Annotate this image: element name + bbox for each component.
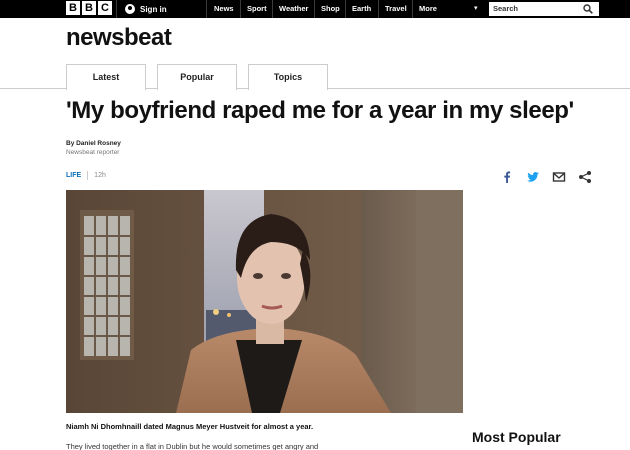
twitter-icon[interactable] bbox=[526, 170, 540, 184]
article-lead-paragraph: Niamh Ni Dhomhnaill dated Magnus Meyer H… bbox=[66, 422, 314, 431]
nav-item-shop[interactable]: Shop bbox=[321, 0, 340, 18]
nav-divider bbox=[272, 0, 273, 18]
search-placeholder: Search bbox=[493, 4, 519, 13]
bbc-logo[interactable]: B B C bbox=[66, 1, 112, 15]
bbc-global-nav: B B C Sign in News Sport Weather Shop Ea… bbox=[0, 0, 630, 18]
article-timestamp: 12h bbox=[94, 172, 106, 179]
user-icon bbox=[125, 4, 135, 14]
portrait-photo bbox=[66, 190, 463, 413]
facebook-icon[interactable] bbox=[500, 170, 514, 184]
article-hero-image bbox=[66, 190, 463, 413]
category-link[interactable]: LIFE bbox=[66, 172, 81, 179]
nav-divider bbox=[314, 0, 315, 18]
nav-item-weather[interactable]: Weather bbox=[279, 0, 308, 18]
search-input[interactable]: Search bbox=[489, 2, 599, 16]
share-icon[interactable] bbox=[578, 170, 592, 184]
nav-divider bbox=[412, 0, 413, 18]
chevron-down-icon[interactable]: ▾ bbox=[474, 0, 478, 18]
tab-latest[interactable]: Latest bbox=[66, 64, 146, 90]
section-tabs: Latest Popular Topics bbox=[0, 64, 630, 90]
author-role: Newsbeat reporter bbox=[66, 149, 120, 156]
signin-label: Sign in bbox=[140, 4, 167, 14]
tab-topics[interactable]: Topics bbox=[248, 64, 328, 90]
article-headline: 'My boyfriend raped me for a year in my … bbox=[66, 97, 574, 124]
nav-item-travel[interactable]: Travel bbox=[385, 0, 407, 18]
article-meta: LIFE 12h bbox=[66, 171, 106, 180]
email-icon[interactable] bbox=[552, 170, 566, 184]
nav-item-earth[interactable]: Earth bbox=[352, 0, 371, 18]
most-popular-heading: Most Popular bbox=[472, 429, 561, 445]
newsbeat-logo[interactable]: newsbeat bbox=[66, 24, 172, 52]
logo-letter-c: C bbox=[98, 1, 112, 15]
nav-divider bbox=[206, 0, 207, 18]
article-paragraph: They lived together in a flat in Dublin … bbox=[66, 442, 319, 450]
logo-letter-b2: B bbox=[82, 1, 96, 15]
nav-divider bbox=[116, 0, 117, 18]
tab-popular[interactable]: Popular bbox=[157, 64, 237, 90]
nav-divider bbox=[345, 0, 346, 18]
signin-link[interactable]: Sign in bbox=[125, 0, 167, 18]
search-icon[interactable] bbox=[583, 4, 593, 14]
article-byline: By Daniel Rosney bbox=[66, 140, 121, 147]
meta-divider bbox=[87, 171, 89, 180]
nav-item-news[interactable]: News bbox=[214, 0, 234, 18]
nav-item-more[interactable]: More bbox=[419, 0, 437, 18]
logo-letter-b1: B bbox=[66, 1, 80, 15]
nav-divider bbox=[378, 0, 379, 18]
nav-item-sport[interactable]: Sport bbox=[247, 0, 267, 18]
nav-divider bbox=[240, 0, 241, 18]
